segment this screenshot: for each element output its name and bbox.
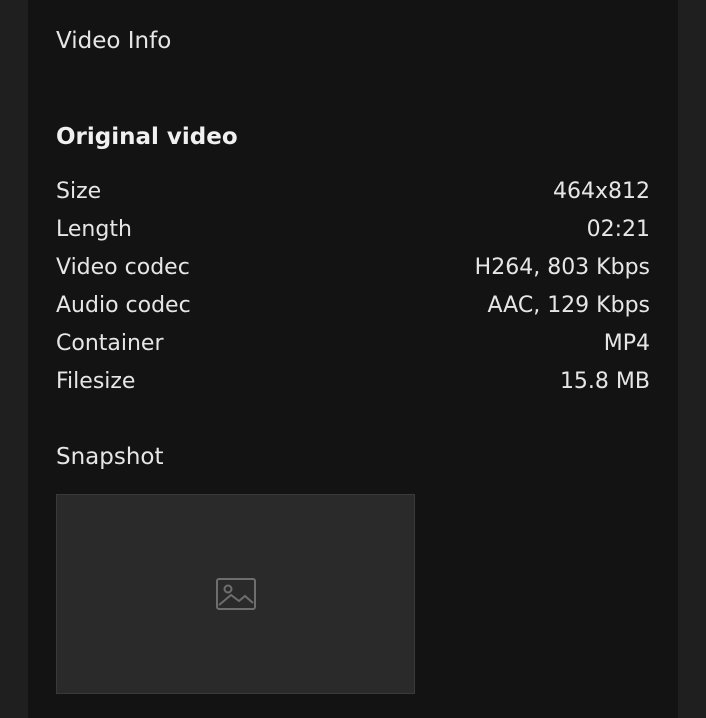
video-info-list: Size 464x812 Length 02:21 Video codec H2… (56, 172, 650, 400)
info-value: AAC, 129 Kbps (487, 292, 650, 318)
info-row-container: Container MP4 (56, 324, 650, 362)
info-value: H264, 803 Kbps (474, 254, 650, 280)
info-row-video-codec: Video codec H264, 803 Kbps (56, 248, 650, 286)
video-info-panel: Video Info Original video Size 464x812 L… (28, 0, 678, 718)
info-row-length: Length 02:21 (56, 210, 650, 248)
info-label: Size (56, 178, 102, 204)
info-value: MP4 (603, 330, 650, 356)
info-label: Video codec (56, 254, 190, 280)
snapshot-label: Snapshot (56, 444, 164, 470)
info-row-filesize: Filesize 15.8 MB (56, 362, 650, 400)
snapshot-thumbnail[interactable] (56, 494, 415, 694)
info-value: 15.8 MB (559, 368, 650, 394)
info-label: Audio codec (56, 292, 191, 318)
info-label: Length (56, 216, 132, 242)
info-row-audio-codec: Audio codec AAC, 129 Kbps (56, 286, 650, 324)
info-value: 02:21 (586, 216, 650, 242)
info-value: 464x812 (552, 178, 650, 204)
info-row-size: Size 464x812 (56, 172, 650, 210)
panel-title: Video Info (56, 28, 172, 54)
section-heading-original-video: Original video (56, 124, 238, 150)
image-icon (215, 578, 256, 610)
info-label: Filesize (56, 368, 136, 394)
info-label: Container (56, 330, 164, 356)
